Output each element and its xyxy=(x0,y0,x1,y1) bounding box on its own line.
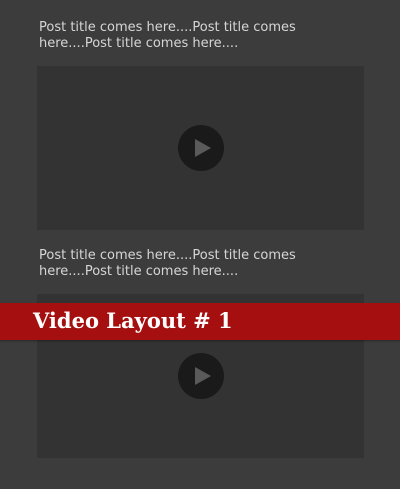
video-player[interactable] xyxy=(37,66,364,230)
post-card-1: Post title comes here....Post title come… xyxy=(37,20,364,230)
banner-title: Video Layout # 1 xyxy=(33,308,233,333)
play-icon xyxy=(194,367,211,385)
post-title[interactable]: Post title comes here....Post title come… xyxy=(39,248,364,280)
post-title[interactable]: Post title comes here....Post title come… xyxy=(39,20,364,52)
play-button[interactable] xyxy=(178,125,224,171)
post-card-2: Post title comes here....Post title come… xyxy=(37,248,364,458)
layout-banner: Video Layout # 1 xyxy=(0,303,400,340)
play-button[interactable] xyxy=(178,353,224,399)
play-icon xyxy=(194,139,211,157)
